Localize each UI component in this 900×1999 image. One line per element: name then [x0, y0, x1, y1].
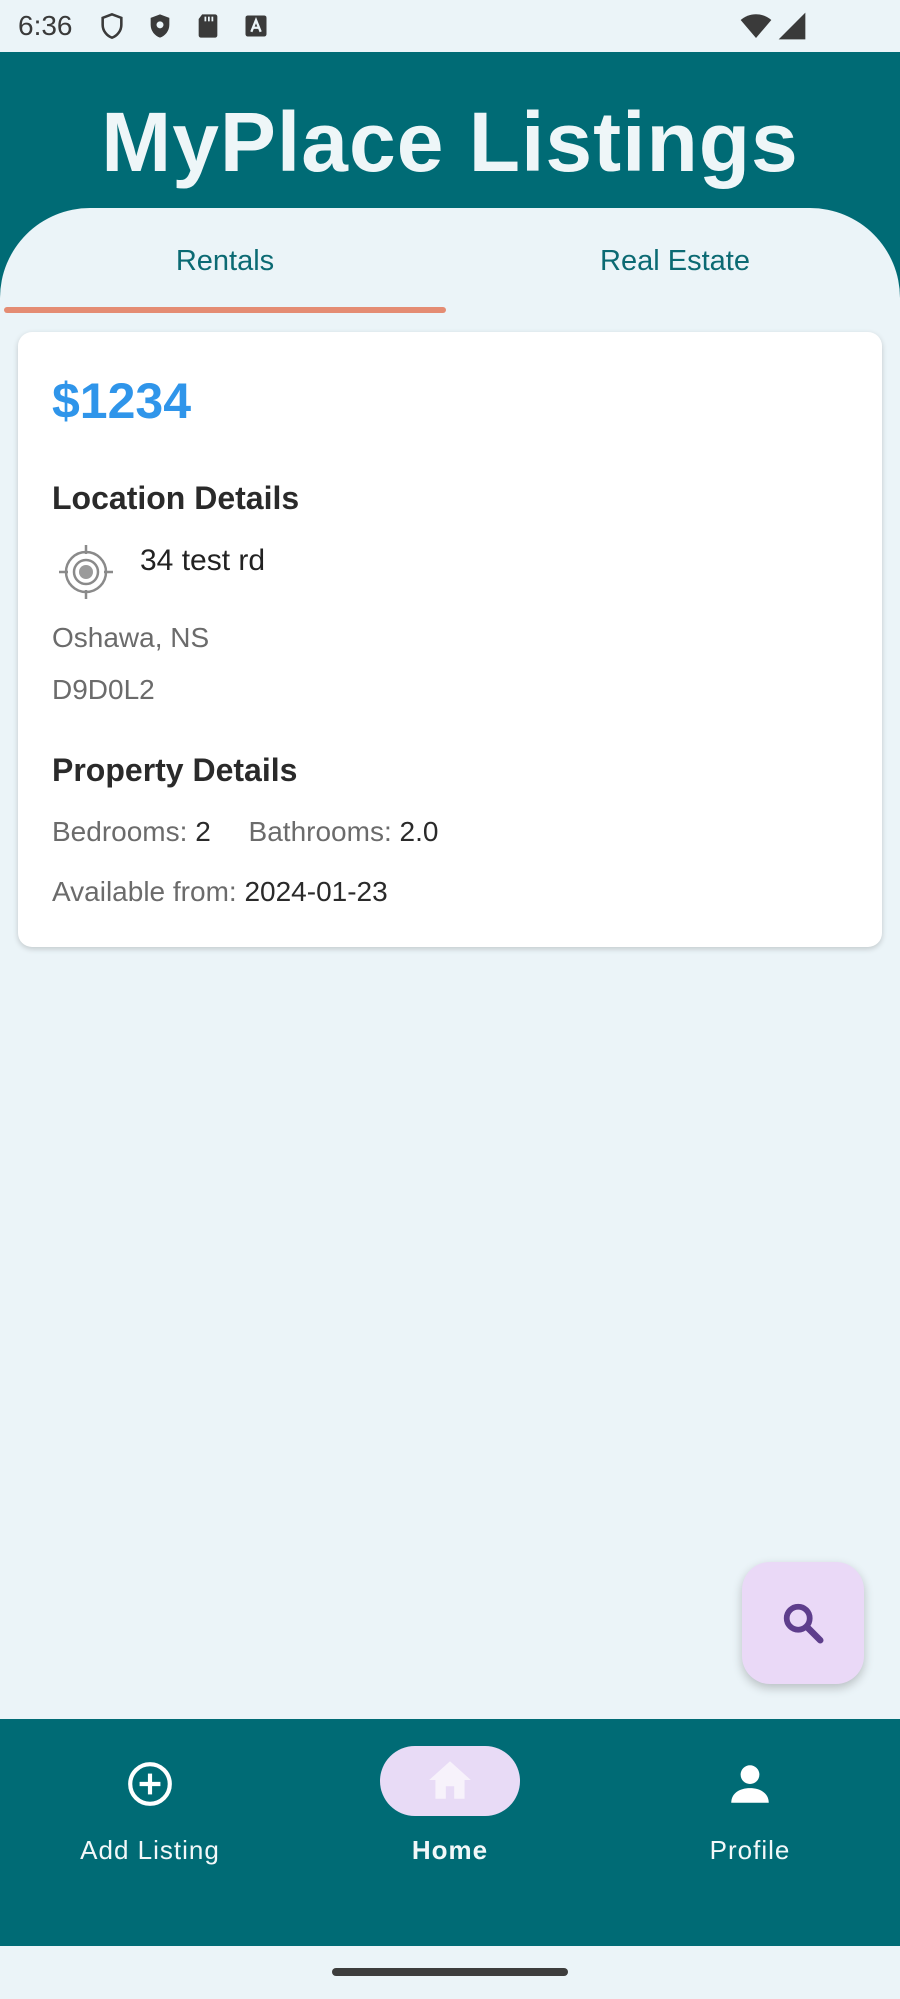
shield-icon	[101, 12, 123, 40]
bottom-navigation: Add Listing Home Profile	[0, 1719, 900, 1946]
location-details-title: Location Details	[52, 480, 300, 516]
listing-street: 34 test rd	[140, 544, 266, 577]
bedrooms-value: 2	[195, 816, 211, 847]
bedrooms-label: Bedrooms:	[52, 816, 188, 847]
availability-row: Available from: 2024-01-23	[52, 876, 388, 908]
sd-card-icon	[198, 14, 218, 38]
signal-icon	[778, 12, 806, 40]
tab-selected-indicator	[4, 307, 446, 313]
location-target-icon	[59, 545, 113, 599]
nav-add-listing-label: Add Listing	[80, 1835, 220, 1865]
listing-city: Oshawa, NS	[52, 622, 210, 653]
listing-card[interactable]: $1234 Location Details 34 test rd Oshawa…	[18, 332, 882, 947]
status-bar: 6:36	[0, 0, 900, 52]
available-label: Available from:	[52, 876, 237, 907]
nav-profile[interactable]: Profile	[600, 1719, 900, 1946]
bathrooms-value: 2.0	[399, 816, 439, 847]
property-details-title: Property Details	[52, 752, 298, 788]
add-circle-icon	[128, 1762, 172, 1806]
search-icon	[783, 1603, 824, 1644]
home-gesture-bar[interactable]	[332, 1968, 568, 1976]
tab-real-estate[interactable]: Real Estate	[450, 245, 900, 285]
bathrooms-label: Bathrooms:	[248, 816, 392, 847]
gesture-navigation-area	[0, 1946, 900, 1999]
shield-filled-icon	[150, 14, 170, 38]
status-notification-icons	[98, 12, 270, 40]
nav-profile-label: Profile	[709, 1835, 791, 1865]
font-a-icon	[245, 15, 267, 37]
listing-price: $1234	[52, 373, 192, 429]
tab-rentals[interactable]: Rentals	[0, 245, 450, 285]
wifi-icon	[740, 14, 772, 38]
home-icon	[429, 1761, 471, 1799]
nav-add-listing[interactable]: Add Listing	[0, 1719, 300, 1946]
status-time: 6:36	[18, 10, 73, 41]
rooms-row: Bedrooms: 2 Bathrooms: 2.0	[52, 816, 438, 848]
listing-postal-code: D9D0L2	[52, 674, 155, 705]
nav-home[interactable]: Home	[300, 1719, 600, 1946]
nav-home-label: Home	[411, 1835, 489, 1865]
available-value: 2024-01-23	[244, 876, 388, 907]
person-icon	[731, 1765, 769, 1803]
status-system-icons	[740, 10, 808, 42]
search-fab-button[interactable]	[742, 1562, 864, 1684]
app-title: MyPlace Listings	[101, 95, 799, 189]
